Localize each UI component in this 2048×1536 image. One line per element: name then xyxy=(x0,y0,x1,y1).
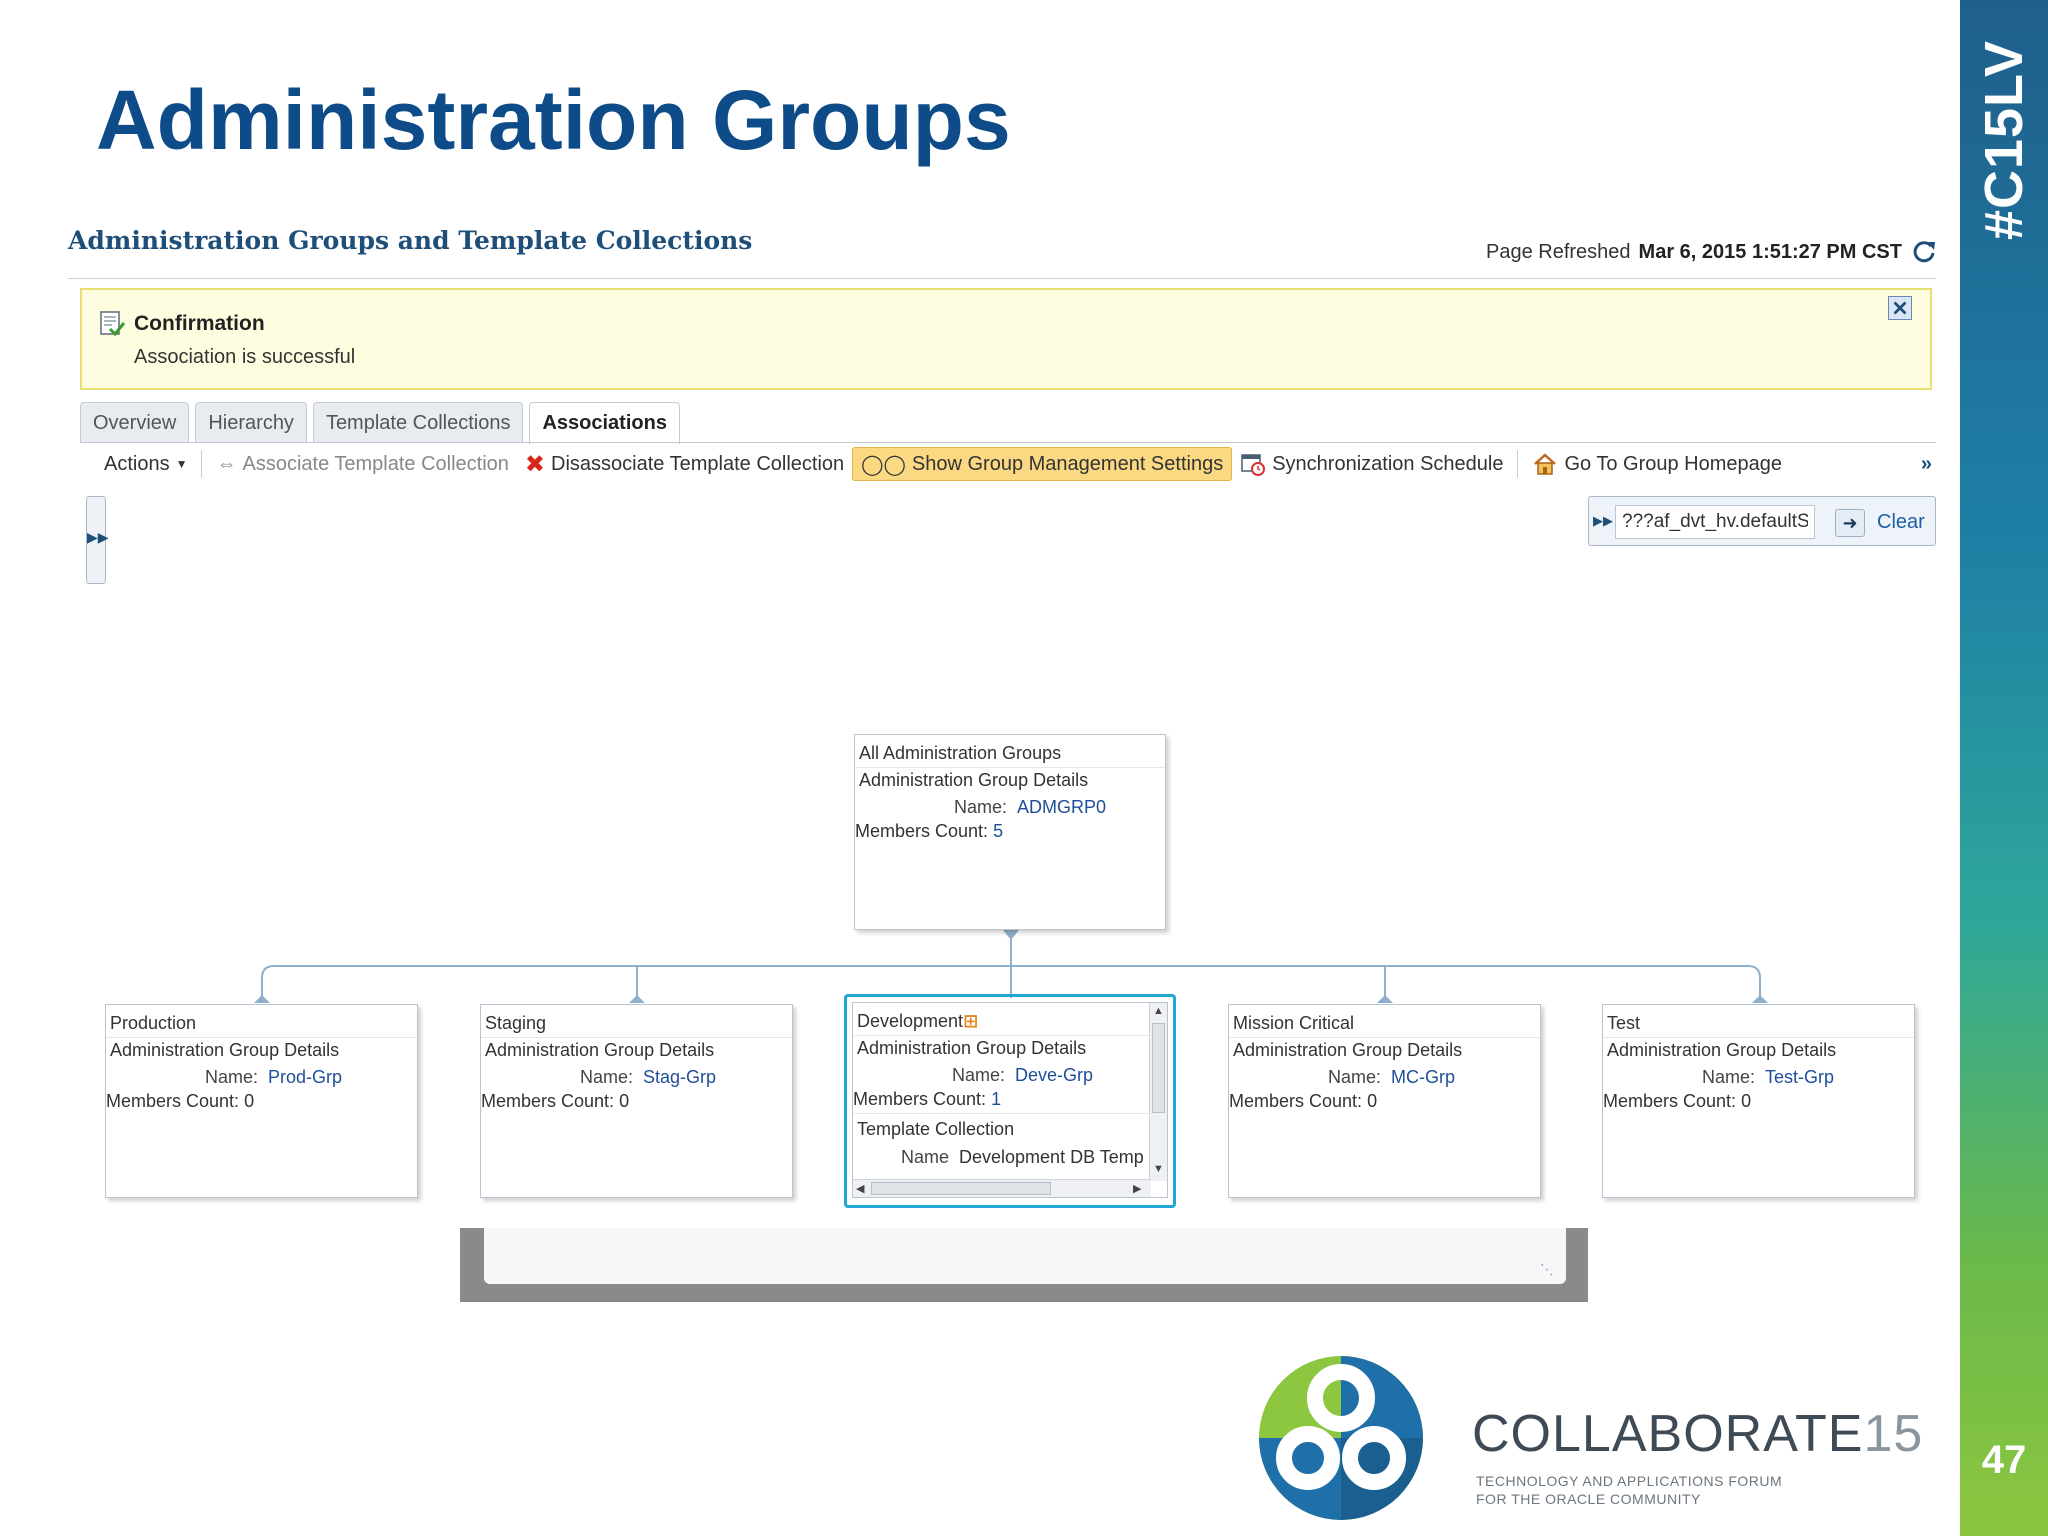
node-subtitle: Administration Group Details xyxy=(857,1038,1087,1058)
vertical-scrollbar[interactable]: ▲ ▼ xyxy=(1149,1003,1167,1181)
node-title: Test xyxy=(1607,1013,1641,1033)
name-label: Name: xyxy=(1701,1067,1755,1087)
collaborate-logo xyxy=(1259,1356,1423,1520)
scroll-down-icon[interactable]: ▼ xyxy=(1153,1163,1164,1175)
template-name-value: Development DB Temp xyxy=(959,1147,1144,1167)
resize-grip-icon[interactable]: ⋱ xyxy=(1540,1261,1554,1278)
name-label: Name: xyxy=(204,1067,258,1087)
node-name-row: Name: Deve-Grp xyxy=(927,1065,1093,1086)
name-value[interactable]: ADMGRP0 xyxy=(1017,797,1106,817)
count-label: Members Count: xyxy=(106,1091,240,1111)
group-node-staging[interactable]: Staging Administration Group Details Nam… xyxy=(480,1004,793,1198)
name-value[interactable]: Prod-Grp xyxy=(268,1067,342,1087)
name-label: Name: xyxy=(951,1065,1005,1085)
node-divider xyxy=(853,1113,1149,1114)
count-label: Members Count: xyxy=(855,821,989,841)
node-name-row: Name: ADMGRP0 xyxy=(929,797,1106,818)
count-label: Members Count: xyxy=(1229,1091,1363,1111)
count-value[interactable]: 1 xyxy=(991,1089,1001,1109)
node-count-row: Members Count: 5 xyxy=(855,821,1003,842)
node-count-row: Members Count: 0 xyxy=(481,1091,629,1112)
scroll-right-icon[interactable]: ▶ xyxy=(1133,1182,1141,1195)
brand-tagline: TECHNOLOGY AND APPLICATIONS FORUM FOR TH… xyxy=(1476,1472,1782,1508)
horizontal-scrollbar[interactable]: ◀ ▶ xyxy=(853,1179,1151,1197)
tagline-line-1: TECHNOLOGY AND APPLICATIONS FORUM xyxy=(1476,1473,1783,1489)
node-title: Production xyxy=(110,1013,197,1033)
node-divider xyxy=(106,1037,417,1038)
node-divider xyxy=(481,1037,792,1038)
name-value[interactable]: Test-Grp xyxy=(1765,1067,1834,1087)
node-name-row: Name: MC-Grp xyxy=(1303,1067,1455,1088)
node-divider xyxy=(853,1035,1149,1036)
group-node-test[interactable]: Test Administration Group Details Name: T… xyxy=(1602,1004,1915,1198)
node-subtitle: Administration Group Details xyxy=(859,770,1089,790)
node-name-row: Name: Stag-Grp xyxy=(555,1067,716,1088)
brand-year: 15 xyxy=(1863,1405,1924,1463)
count-value: 0 xyxy=(619,1091,630,1111)
group-node-development[interactable]: Development⊞ Administration Group Detail… xyxy=(852,1002,1168,1198)
node-title: Mission Critical xyxy=(1233,1013,1355,1033)
node-subtitle: Administration Group Details xyxy=(110,1040,340,1060)
count-value: 0 xyxy=(1741,1091,1752,1111)
scroll-thumb[interactable] xyxy=(1152,1023,1165,1113)
group-node-mission-critical[interactable]: Mission Critical Administration Group De… xyxy=(1228,1004,1541,1198)
name-label: Name: xyxy=(953,797,1007,817)
node-name-row: Name: Prod-Grp xyxy=(180,1067,342,1088)
node-subtitle: Administration Group Details xyxy=(1607,1040,1837,1060)
node-count-row: Members Count: 1 xyxy=(853,1089,1001,1110)
tagline-line-2: FOR THE ORACLE COMMUNITY xyxy=(1476,1491,1701,1507)
template-name-row: Name Development DB Temp xyxy=(901,1147,1144,1168)
node-count-row: Members Count: 0 xyxy=(106,1091,254,1112)
node-name-row: Name: Test-Grp xyxy=(1677,1067,1834,1088)
node-count-row: Members Count: 0 xyxy=(1603,1091,1751,1112)
node-divider xyxy=(1229,1037,1540,1038)
node-divider xyxy=(855,767,1165,768)
group-node-production[interactable]: Production Administration Group Details … xyxy=(105,1004,418,1198)
name-label: Name: xyxy=(579,1067,633,1087)
node-title: All Administration Groups xyxy=(859,743,1062,763)
scroll-up-icon[interactable]: ▲ xyxy=(1153,1005,1164,1017)
root-group-node[interactable]: All Administration Groups Administration… xyxy=(854,734,1166,930)
name-value[interactable]: Stag-Grp xyxy=(643,1067,716,1087)
panel-bottom-edge: ⋱ xyxy=(460,1228,1588,1302)
count-label: Members Count: xyxy=(481,1091,615,1111)
node-title: Development xyxy=(857,1011,964,1031)
name-value[interactable]: Deve-Grp xyxy=(1015,1065,1093,1085)
slide: #C15LV 47 Administration Groups Administ… xyxy=(0,0,2048,1536)
name-value[interactable]: MC-Grp xyxy=(1391,1067,1455,1087)
node-count-row: Members Count: 0 xyxy=(1229,1091,1377,1112)
node-title-row: Development⊞ xyxy=(857,1011,978,1032)
count-label: Members Count: xyxy=(853,1089,987,1109)
scroll-thumb[interactable] xyxy=(871,1182,1051,1195)
node-title: Staging xyxy=(485,1013,547,1033)
brand-name: COLLABORATE15 xyxy=(1472,1404,1923,1464)
node-subtitle: Administration Group Details xyxy=(1233,1040,1463,1060)
name-label: Name: xyxy=(1327,1067,1381,1087)
scroll-left-icon[interactable]: ◀ xyxy=(856,1182,864,1195)
template-collection-heading: Template Collection xyxy=(857,1119,1015,1139)
node-subtitle: Administration Group Details xyxy=(485,1040,715,1060)
count-value[interactable]: 5 xyxy=(993,821,1003,841)
count-value: 0 xyxy=(244,1091,255,1111)
panel-footer: ⋱ xyxy=(484,1228,1566,1284)
grid-icon[interactable]: ⊞ xyxy=(963,1011,978,1031)
count-label: Members Count: xyxy=(1603,1091,1737,1111)
brand-word: COLLABORATE xyxy=(1472,1405,1864,1463)
template-name-label: Name xyxy=(901,1147,950,1167)
count-value: 0 xyxy=(1367,1091,1378,1111)
node-divider xyxy=(1603,1037,1914,1038)
